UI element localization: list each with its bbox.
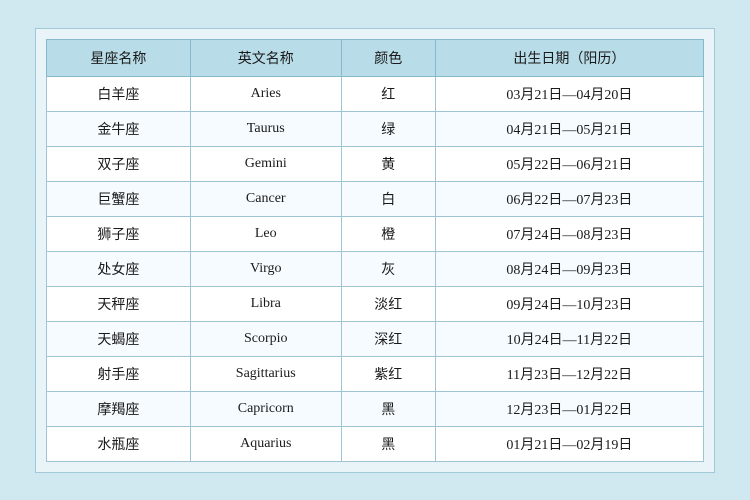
zodiac-table: 星座名称 英文名称 颜色 出生日期（阳历） 白羊座Aries红03月21日—04…	[46, 39, 704, 462]
cell-chinese: 处女座	[47, 251, 191, 286]
cell-color: 白	[341, 181, 435, 216]
table-row: 摩羯座Capricorn黑12月23日—01月22日	[47, 391, 704, 426]
cell-chinese: 射手座	[47, 356, 191, 391]
cell-english: Capricorn	[190, 391, 341, 426]
cell-english: Taurus	[190, 111, 341, 146]
cell-chinese: 巨蟹座	[47, 181, 191, 216]
cell-chinese: 天秤座	[47, 286, 191, 321]
table-row: 天秤座Libra淡红09月24日—10月23日	[47, 286, 704, 321]
cell-english: Aries	[190, 76, 341, 111]
table-row: 射手座Sagittarius紫红11月23日—12月22日	[47, 356, 704, 391]
table-body: 白羊座Aries红03月21日—04月20日金牛座Taurus绿04月21日—0…	[47, 76, 704, 461]
table-row: 天蝎座Scorpio深红10月24日—11月22日	[47, 321, 704, 356]
main-container: 星座名称 英文名称 颜色 出生日期（阳历） 白羊座Aries红03月21日—04…	[35, 28, 715, 473]
header-chinese-name: 星座名称	[47, 39, 191, 76]
cell-chinese: 白羊座	[47, 76, 191, 111]
cell-english: Virgo	[190, 251, 341, 286]
cell-english: Scorpio	[190, 321, 341, 356]
header-color: 颜色	[341, 39, 435, 76]
cell-chinese: 双子座	[47, 146, 191, 181]
table-row: 狮子座Leo橙07月24日—08月23日	[47, 216, 704, 251]
table-header-row: 星座名称 英文名称 颜色 出生日期（阳历）	[47, 39, 704, 76]
cell-chinese: 天蝎座	[47, 321, 191, 356]
cell-color: 橙	[341, 216, 435, 251]
cell-color: 灰	[341, 251, 435, 286]
table-row: 金牛座Taurus绿04月21日—05月21日	[47, 111, 704, 146]
cell-color: 黑	[341, 426, 435, 461]
cell-chinese: 摩羯座	[47, 391, 191, 426]
cell-english: Gemini	[190, 146, 341, 181]
cell-dates: 03月21日—04月20日	[435, 76, 703, 111]
header-english-name: 英文名称	[190, 39, 341, 76]
table-row: 白羊座Aries红03月21日—04月20日	[47, 76, 704, 111]
cell-color: 淡红	[341, 286, 435, 321]
cell-chinese: 金牛座	[47, 111, 191, 146]
cell-dates: 07月24日—08月23日	[435, 216, 703, 251]
cell-dates: 05月22日—06月21日	[435, 146, 703, 181]
cell-color: 红	[341, 76, 435, 111]
cell-dates: 04月21日—05月21日	[435, 111, 703, 146]
cell-english: Aquarius	[190, 426, 341, 461]
header-dates: 出生日期（阳历）	[435, 39, 703, 76]
cell-color: 黄	[341, 146, 435, 181]
cell-english: Cancer	[190, 181, 341, 216]
cell-english: Leo	[190, 216, 341, 251]
cell-dates: 11月23日—12月22日	[435, 356, 703, 391]
cell-dates: 12月23日—01月22日	[435, 391, 703, 426]
cell-dates: 01月21日—02月19日	[435, 426, 703, 461]
table-row: 双子座Gemini黄05月22日—06月21日	[47, 146, 704, 181]
cell-dates: 08月24日—09月23日	[435, 251, 703, 286]
cell-color: 绿	[341, 111, 435, 146]
cell-dates: 09月24日—10月23日	[435, 286, 703, 321]
cell-english: Sagittarius	[190, 356, 341, 391]
cell-dates: 10月24日—11月22日	[435, 321, 703, 356]
cell-color: 紫红	[341, 356, 435, 391]
cell-color: 深红	[341, 321, 435, 356]
cell-chinese: 狮子座	[47, 216, 191, 251]
table-row: 处女座Virgo灰08月24日—09月23日	[47, 251, 704, 286]
cell-color: 黑	[341, 391, 435, 426]
table-row: 水瓶座Aquarius黑01月21日—02月19日	[47, 426, 704, 461]
cell-dates: 06月22日—07月23日	[435, 181, 703, 216]
table-row: 巨蟹座Cancer白06月22日—07月23日	[47, 181, 704, 216]
cell-english: Libra	[190, 286, 341, 321]
cell-chinese: 水瓶座	[47, 426, 191, 461]
